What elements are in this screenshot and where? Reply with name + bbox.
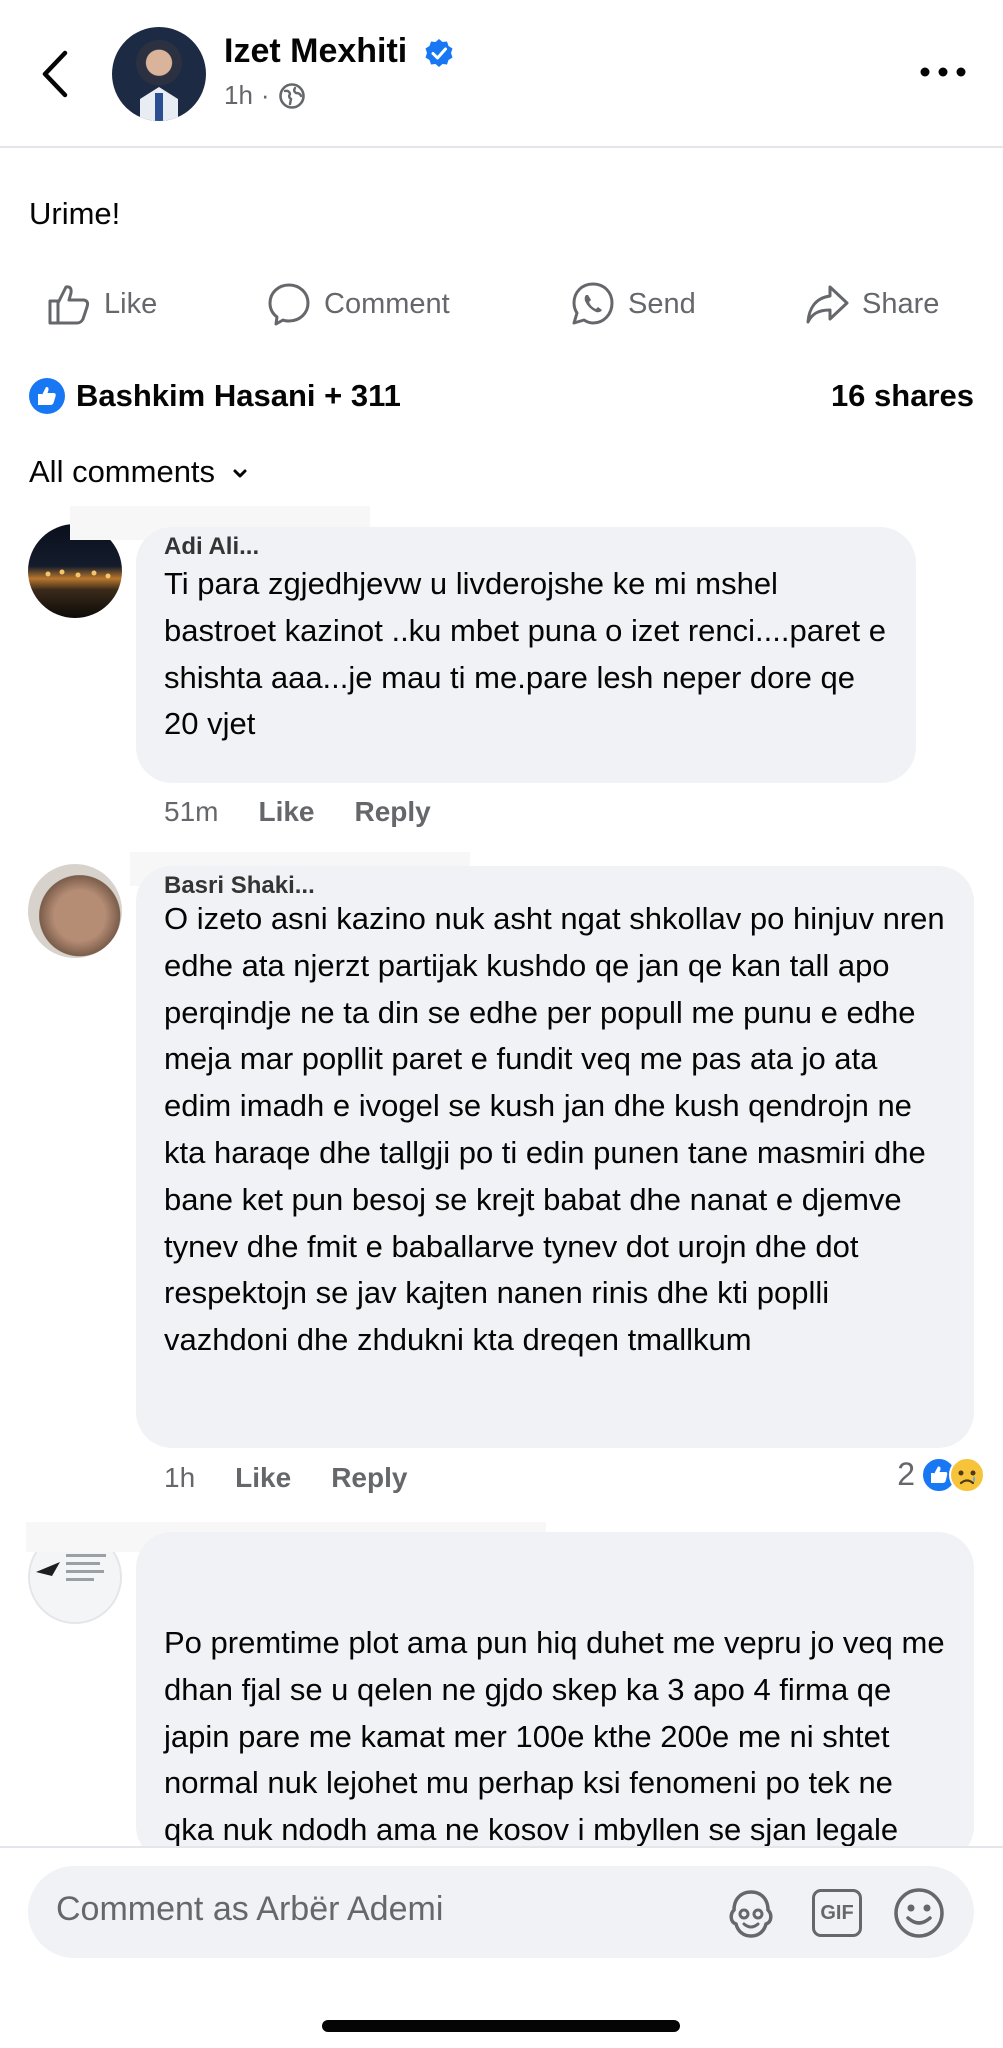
comment-like-button[interactable]: Like: [235, 1462, 291, 1494]
comment-bubble[interactable]: Basri Shaki... O izeto asni kazino nuk a…: [136, 866, 974, 1448]
comment-button[interactable]: Comment: [266, 272, 450, 336]
comment-reaction-count[interactable]: 2: [897, 1456, 985, 1493]
comment-author[interactable]: [164, 1532, 946, 1562]
post-time: 1h: [224, 80, 253, 110]
like-label: Like: [104, 287, 158, 320]
home-indicator: [322, 2020, 680, 2032]
comment-input[interactable]: Comment as Arbër Ademi GIF: [28, 1866, 974, 1958]
like-reaction-icon: [29, 378, 65, 414]
comment-bubble-icon: [268, 283, 310, 326]
send-label: Send: [628, 287, 696, 320]
comment-like-button[interactable]: Like: [258, 796, 314, 828]
comment-meta: 51m Like Reply: [164, 796, 431, 828]
thumbs-up-icon: [48, 285, 90, 325]
more-options-button[interactable]: [913, 52, 973, 92]
reactors-summary[interactable]: Bashkim Hasani + 311: [28, 377, 401, 415]
share-arrow-icon: [806, 285, 849, 324]
comment-author[interactable]: Adi Ali...: [164, 527, 888, 557]
comment-reply-button[interactable]: Reply: [331, 1462, 407, 1494]
comment-sort-dropdown[interactable]: All comments: [29, 454, 251, 490]
avatar-tie: [155, 93, 163, 121]
chevron-left-icon: [42, 50, 68, 98]
share-button[interactable]: Share: [804, 272, 939, 336]
shares-count[interactable]: 16 shares: [831, 378, 974, 414]
back-button[interactable]: [30, 44, 80, 104]
comment-time: 1h: [164, 1462, 196, 1493]
sad-reaction-icon: [949, 1456, 985, 1493]
reactors-text: Bashkim Hasani + 311: [76, 378, 401, 413]
post-actions: Like Comment Send Share: [0, 272, 1003, 336]
comment-author[interactable]: Basri Shaki...: [164, 866, 946, 896]
comment-meta: 1h Like Reply: [164, 1462, 407, 1494]
whatsapp-icon: [572, 282, 614, 325]
verified-badge-icon: [425, 39, 453, 67]
post-header: Izet Mexhiti 1h ·: [0, 0, 1003, 148]
post-meta: 1h ·: [224, 80, 306, 111]
comment-reply-button[interactable]: Reply: [355, 796, 431, 828]
comment-bubble[interactable]: Adi Ali... Ti para zgjedhjevw u livderoj…: [136, 527, 916, 783]
send-button[interactable]: Send: [570, 272, 696, 336]
reaction-count-number: 2: [897, 1456, 915, 1492]
author-name[interactable]: Izet Mexhiti: [224, 32, 407, 71]
comment-bubble[interactable]: Po premtime plot ama pun hiq duhet me ve…: [136, 1532, 974, 1862]
sort-label: All comments: [29, 454, 216, 489]
like-button[interactable]: Like: [46, 272, 157, 336]
chevron-down-icon: [233, 469, 247, 478]
emoji-icon[interactable]: [892, 1886, 946, 1940]
more-dots-icon: [920, 67, 966, 77]
comment-text: Ti para zgjedhjevw u livderojshe ke mi m…: [164, 566, 887, 742]
comment-text: Po premtime plot ama pun hiq duhet me ve…: [164, 1625, 945, 1862]
share-label: Share: [862, 287, 940, 320]
post-text: Urime!: [29, 196, 121, 231]
gif-label: GIF: [812, 1889, 862, 1937]
meta-separator: ·: [260, 80, 270, 110]
author-avatar[interactable]: [112, 27, 206, 121]
comment-label: Comment: [324, 287, 450, 320]
comment-time: 51m: [164, 796, 219, 827]
comment-avatar[interactable]: [28, 864, 122, 958]
reactions-row: Bashkim Hasani + 311 16 shares: [28, 374, 974, 418]
gif-button[interactable]: GIF: [810, 1886, 864, 1940]
globe-icon: [278, 82, 305, 109]
comment-text: O izeto asni kazino nuk asht ngat shkoll…: [164, 901, 945, 1358]
avatar-sticker-icon[interactable]: [724, 1886, 778, 1940]
comment-input-placeholder: Comment as Arbër Ademi: [56, 1890, 444, 1928]
comment-composer-bar: Comment as Arbër Ademi GIF: [0, 1846, 1003, 2048]
